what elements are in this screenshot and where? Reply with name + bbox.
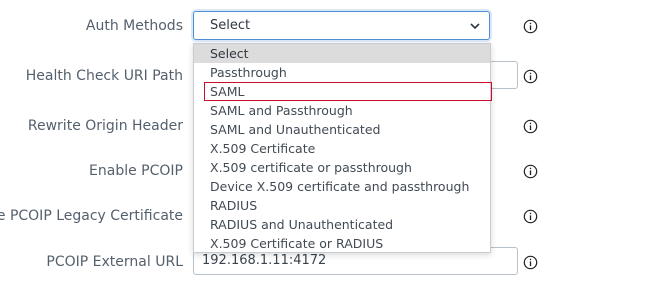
info-icon[interactable] <box>523 119 538 134</box>
rewrite-origin-label: Rewrite Origin Header <box>27 118 183 134</box>
auth-methods-dropdown-list: Select Passthrough SAML SAML and Passthr… <box>193 43 492 253</box>
dropdown-option[interactable]: X.509 Certificate <box>194 139 490 158</box>
enable-pcoip-label: Enable PCOIP <box>89 163 183 179</box>
pcoip-external-url-label: PCOIP External URL <box>46 254 183 270</box>
dropdown-option[interactable]: Passthrough <box>194 63 490 82</box>
health-check-label: Health Check URI Path <box>25 68 183 84</box>
auth-methods-select[interactable]: Select <box>193 11 490 40</box>
settings-form: Auth Methods Select Health Check URI Pat… <box>0 0 662 282</box>
chevron-down-icon <box>470 23 480 30</box>
dropdown-option-hovered[interactable]: SAML <box>204 82 492 101</box>
info-icon[interactable] <box>523 255 538 270</box>
dropdown-option[interactable]: X.509 Certificate or RADIUS <box>194 234 490 253</box>
dropdown-option[interactable]: SAML and Unauthenticated <box>194 120 490 139</box>
dropdown-option[interactable]: Device X.509 certificate and passthrough <box>194 177 490 196</box>
info-icon[interactable] <box>523 209 538 224</box>
auth-methods-label: Auth Methods <box>85 18 183 34</box>
auth-methods-select-value: Select <box>210 18 251 33</box>
dropdown-option[interactable]: X.509 certificate or passthrough <box>194 158 490 177</box>
info-icon[interactable] <box>523 69 538 84</box>
dropdown-option[interactable]: Select <box>194 44 490 63</box>
dropdown-option[interactable]: RADIUS and Unauthenticated <box>194 215 490 234</box>
dropdown-option[interactable]: RADIUS <box>194 196 490 215</box>
dropdown-option[interactable]: SAML and Passthrough <box>194 101 490 120</box>
info-icon[interactable] <box>523 19 538 34</box>
info-icon[interactable] <box>523 164 538 179</box>
pcoip-external-url-value: 192.168.1.11:4172 <box>202 253 327 268</box>
pcoip-legacy-cert-label: ble PCOIP Legacy Certificate <box>0 208 183 224</box>
